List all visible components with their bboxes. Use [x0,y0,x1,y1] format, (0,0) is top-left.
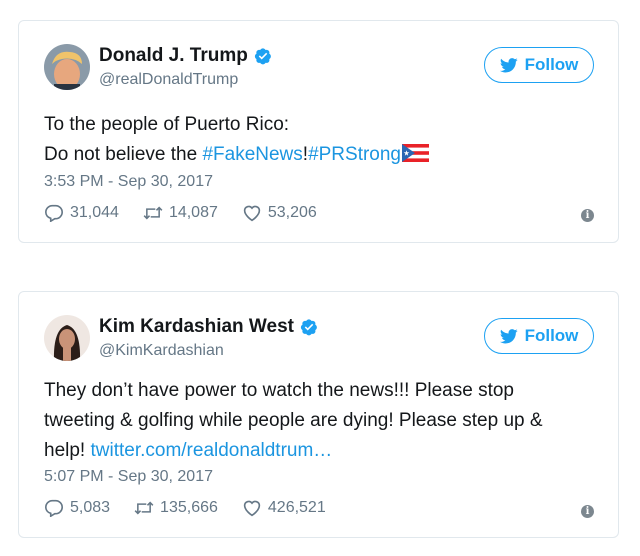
retweet-count: 135,666 [160,499,218,516]
retweet-button[interactable]: 135,666 [134,499,218,517]
heart-icon [243,205,261,222]
hashtag-link[interactable]: #FakeNews [202,144,302,165]
heart-icon [243,500,261,517]
hashtag-link[interactable]: #PRStrong [308,144,401,165]
reply-count: 31,044 [70,204,119,221]
tweet-actions: 5,083 135,666 426,521 [44,499,350,517]
puerto-rico-flag-icon [402,144,430,162]
reply-button[interactable]: 31,044 [44,204,119,222]
like-button[interactable]: 426,521 [242,499,326,517]
tweet-link[interactable]: twitter.com/realdonaldtrum… [90,440,332,461]
timestamp[interactable]: 3:53 PM - Sep 30, 2017 [44,173,213,191]
tweet-card-kardashian: Kim Kardashian West @KimKardashian Follo… [18,291,619,538]
reply-icon [44,499,64,517]
verified-badge-icon [300,319,317,336]
like-count: 53,206 [267,204,317,221]
display-name[interactable]: Kim Kardashian West [99,316,294,338]
follow-button[interactable]: Follow [484,47,594,83]
tweet-actions: 31,044 14,087 53,206 [44,204,341,222]
reply-count: 5,083 [70,499,111,516]
tweet-text: To the people of Puerto Rico: Do not bel… [44,110,558,170]
retweet-count: 14,087 [168,204,218,221]
follow-button[interactable]: Follow [484,318,594,354]
info-icon[interactable]: i [581,209,594,222]
user-handle[interactable]: @KimKardashian [99,342,224,360]
reply-button[interactable]: 5,083 [44,499,110,517]
like-count: 426,521 [267,499,326,516]
user-handle[interactable]: @realDonaldTrump [99,71,238,89]
retweet-icon [134,501,154,515]
tweet-text: They don’t have power to watch the news!… [44,376,558,466]
tweet-line: To the people of Puerto Rico: [44,114,290,135]
twitter-bird-icon [499,57,518,72]
tweet-line: Do not believe the #FakeNews!#PRStrong [44,140,558,170]
follow-label: Follow [524,55,579,74]
retweet-icon [143,206,163,220]
info-icon[interactable]: i [581,505,594,518]
twitter-bird-icon [499,328,518,343]
retweet-button[interactable]: 14,087 [143,204,218,222]
avatar[interactable] [44,315,90,361]
display-name[interactable]: Donald J. Trump [99,45,248,67]
tweet-card-trump: Donald J. Trump @realDonaldTrump Follow … [18,20,619,243]
tweet-text-segment: Do not believe the [44,144,203,165]
avatar[interactable] [44,44,90,90]
timestamp[interactable]: 5:07 PM - Sep 30, 2017 [44,468,213,486]
reply-icon [44,204,64,222]
follow-label: Follow [524,326,579,345]
like-button[interactable]: 53,206 [242,204,317,222]
verified-badge-icon [254,48,271,65]
